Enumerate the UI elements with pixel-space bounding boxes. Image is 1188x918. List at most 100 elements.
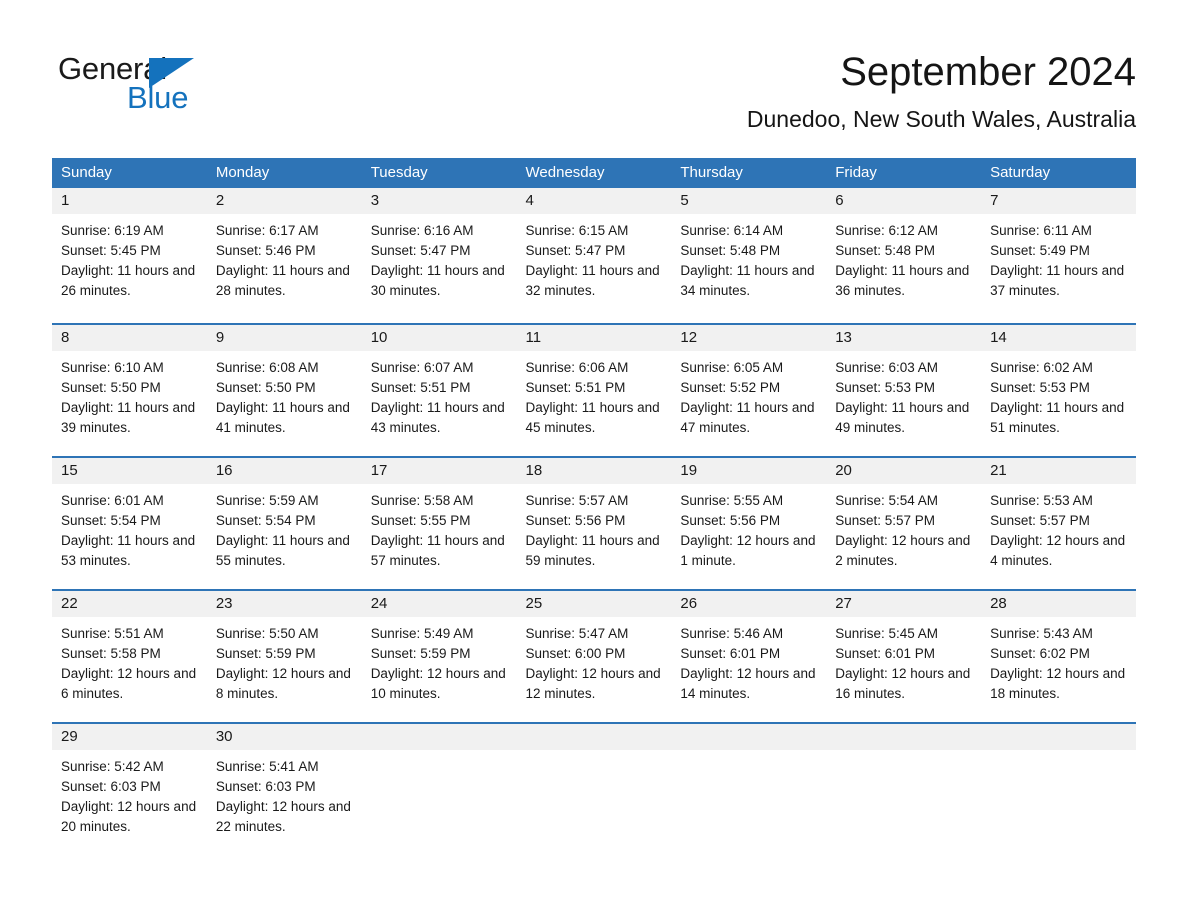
day-details: Sunrise: 5:45 AM Sunset: 6:01 PM Dayligh… (826, 617, 981, 704)
daylight-line: Daylight: 11 hours and 59 minutes. (525, 533, 660, 568)
day-cell[interactable]: 17 Sunrise: 5:58 AM Sunset: 5:55 PM Dayl… (361, 458, 517, 589)
sunrise-line: Sunrise: 6:03 AM (835, 360, 939, 375)
day-details: Sunrise: 5:41 AM Sunset: 6:03 PM Dayligh… (207, 750, 362, 837)
day-cell[interactable]: 18 Sunrise: 5:57 AM Sunset: 5:56 PM Dayl… (516, 458, 672, 589)
day-number: 24 (361, 591, 517, 617)
day-cell[interactable]: 8 Sunrise: 6:10 AM Sunset: 5:50 PM Dayli… (52, 325, 207, 456)
day-details: Sunrise: 5:53 AM Sunset: 5:57 PM Dayligh… (981, 484, 1136, 571)
day-details: Sunrise: 5:55 AM Sunset: 5:56 PM Dayligh… (671, 484, 826, 571)
day-number: 21 (981, 458, 1136, 484)
week-row: 15 Sunrise: 6:01 AM Sunset: 5:54 PM Dayl… (52, 456, 1136, 589)
day-cell[interactable]: 7 Sunrise: 6:11 AM Sunset: 5:49 PM Dayli… (981, 188, 1136, 323)
day-number (516, 724, 672, 750)
sunrise-line: Sunrise: 5:47 AM (525, 626, 629, 641)
day-details: Sunrise: 6:16 AM Sunset: 5:47 PM Dayligh… (362, 214, 517, 301)
sunset-line: Sunset: 5:52 PM (680, 380, 781, 395)
page-title: September 2024 (840, 50, 1136, 94)
sunrise-line: Sunrise: 6:12 AM (835, 223, 939, 238)
day-cell[interactable]: 6 Sunrise: 6:12 AM Sunset: 5:48 PM Dayli… (826, 188, 982, 323)
day-cell[interactable]: 16 Sunrise: 5:59 AM Sunset: 5:54 PM Dayl… (206, 458, 362, 589)
sunset-line: Sunset: 6:01 PM (680, 646, 781, 661)
location-subtitle: Dunedoo, New South Wales, Australia (746, 106, 1136, 132)
daylight-line: Daylight: 11 hours and 41 minutes. (215, 400, 350, 435)
daylight-line: Daylight: 12 hours and 16 minutes. (835, 666, 971, 701)
day-cell[interactable]: 3 Sunrise: 6:16 AM Sunset: 5:47 PM Dayli… (361, 188, 517, 323)
sunset-line: Sunset: 6:03 PM (61, 779, 161, 794)
day-cell[interactable]: 26 Sunrise: 5:46 AM Sunset: 6:01 PM Dayl… (671, 591, 827, 722)
day-number: 20 (826, 458, 982, 484)
day-details: Sunrise: 6:14 AM Sunset: 5:48 PM Dayligh… (671, 214, 826, 301)
daylight-line: Daylight: 12 hours and 12 minutes. (525, 666, 661, 701)
weekday-header-wednesday: Wednesday (525, 164, 605, 181)
sunset-line: Sunset: 5:46 PM (215, 243, 316, 258)
day-details: Sunrise: 6:12 AM Sunset: 5:48 PM Dayligh… (826, 214, 981, 301)
sunset-line: Sunset: 5:56 PM (680, 513, 781, 528)
day-cell[interactable]: 4 Sunrise: 6:15 AM Sunset: 5:47 PM Dayli… (516, 188, 672, 323)
day-cell[interactable]: 21 Sunrise: 5:53 AM Sunset: 5:57 PM Dayl… (981, 458, 1136, 589)
day-number (826, 724, 982, 750)
sunset-line: Sunset: 6:01 PM (835, 646, 936, 661)
sunrise-line: Sunrise: 6:10 AM (61, 360, 164, 375)
sunset-line: Sunset: 5:47 PM (525, 243, 626, 258)
weekday-header-sunday: Sunday (61, 164, 112, 181)
day-cell[interactable]: 9 Sunrise: 6:08 AM Sunset: 5:50 PM Dayli… (206, 325, 362, 456)
day-details: Sunrise: 5:47 AM Sunset: 6:00 PM Dayligh… (517, 617, 672, 704)
day-number: 10 (361, 325, 517, 351)
day-number: 3 (361, 188, 517, 214)
day-number (361, 724, 517, 750)
sunset-line: Sunset: 5:48 PM (835, 243, 936, 258)
day-cell[interactable]: 1 Sunrise: 6:19 AM Sunset: 5:45 PM Dayli… (52, 188, 207, 323)
sunset-line: Sunset: 5:45 PM (61, 243, 161, 258)
day-cell[interactable]: 28 Sunrise: 5:43 AM Sunset: 6:02 PM Dayl… (981, 591, 1136, 722)
daylight-line: Daylight: 11 hours and 28 minutes. (215, 263, 350, 298)
day-cell[interactable]: 13 Sunrise: 6:03 AM Sunset: 5:53 PM Dayl… (826, 325, 982, 456)
daylight-line: Daylight: 11 hours and 45 minutes. (525, 400, 660, 435)
day-cell[interactable]: 20 Sunrise: 5:54 AM Sunset: 5:57 PM Dayl… (826, 458, 982, 589)
daylight-line: Daylight: 11 hours and 47 minutes. (680, 400, 815, 435)
day-cell[interactable]: 25 Sunrise: 5:47 AM Sunset: 6:00 PM Dayl… (516, 591, 672, 722)
daylight-line: Daylight: 11 hours and 55 minutes. (215, 533, 350, 568)
day-number: 25 (516, 591, 672, 617)
day-cell[interactable]: 30 Sunrise: 5:41 AM Sunset: 6:03 PM Dayl… (206, 724, 362, 842)
sunrise-line: Sunrise: 6:01 AM (61, 493, 164, 508)
day-cell[interactable]: 27 Sunrise: 5:45 AM Sunset: 6:01 PM Dayl… (826, 591, 982, 722)
sunrise-line: Sunrise: 5:59 AM (215, 493, 319, 508)
day-number: 5 (671, 188, 827, 214)
daylight-line: Daylight: 11 hours and 51 minutes. (990, 400, 1125, 435)
daylight-line: Daylight: 12 hours and 4 minutes. (990, 533, 1126, 568)
sunset-line: Sunset: 5:58 PM (61, 646, 161, 661)
generalblue-logo[interactable]: General Blue (58, 52, 288, 116)
day-details: Sunrise: 5:57 AM Sunset: 5:56 PM Dayligh… (517, 484, 672, 571)
day-details: Sunrise: 5:59 AM Sunset: 5:54 PM Dayligh… (207, 484, 362, 571)
day-cell[interactable]: 15 Sunrise: 6:01 AM Sunset: 5:54 PM Dayl… (52, 458, 207, 589)
day-cell[interactable]: 29 Sunrise: 5:42 AM Sunset: 6:03 PM Dayl… (52, 724, 207, 842)
sunset-line: Sunset: 6:03 PM (215, 779, 316, 794)
title-block: September 2024 Dunedoo, New South Wales,… (747, 48, 1136, 133)
page-header: General Blue September 2024 Dunedoo, New… (0, 0, 1188, 150)
day-cell[interactable]: 12 Sunrise: 6:05 AM Sunset: 5:52 PM Dayl… (671, 325, 827, 456)
sunset-line: Sunset: 5:59 PM (215, 646, 316, 661)
daylight-line: Daylight: 11 hours and 34 minutes. (680, 263, 815, 298)
day-cell[interactable]: 24 Sunrise: 5:49 AM Sunset: 5:59 PM Dayl… (361, 591, 517, 722)
day-cell[interactable]: 11 Sunrise: 6:06 AM Sunset: 5:51 PM Dayl… (516, 325, 672, 456)
day-cell[interactable]: 23 Sunrise: 5:50 AM Sunset: 5:59 PM Dayl… (206, 591, 362, 722)
day-cell[interactable]: 10 Sunrise: 6:07 AM Sunset: 5:51 PM Dayl… (361, 325, 517, 456)
day-number: 22 (52, 591, 207, 617)
day-number: 26 (671, 591, 827, 617)
day-cell[interactable]: 19 Sunrise: 5:55 AM Sunset: 5:56 PM Dayl… (671, 458, 827, 589)
day-details: Sunrise: 5:46 AM Sunset: 6:01 PM Dayligh… (671, 617, 826, 704)
sunrise-line: Sunrise: 5:57 AM (525, 493, 629, 508)
day-details: Sunrise: 6:17 AM Sunset: 5:46 PM Dayligh… (207, 214, 362, 301)
day-cell[interactable]: 14 Sunrise: 6:02 AM Sunset: 5:53 PM Dayl… (981, 325, 1136, 456)
daylight-line: Daylight: 12 hours and 20 minutes. (61, 799, 197, 834)
day-cell[interactable]: 22 Sunrise: 5:51 AM Sunset: 5:58 PM Dayl… (52, 591, 207, 722)
week-row: 29 Sunrise: 5:42 AM Sunset: 6:03 PM Dayl… (52, 722, 1136, 842)
day-cell[interactable]: 5 Sunrise: 6:14 AM Sunset: 5:48 PM Dayli… (671, 188, 827, 323)
sunrise-line: Sunrise: 5:41 AM (215, 759, 319, 774)
day-number: 12 (671, 325, 827, 351)
daylight-line: Daylight: 11 hours and 36 minutes. (835, 263, 970, 298)
day-number: 9 (206, 325, 362, 351)
sunrise-line: Sunrise: 6:17 AM (215, 223, 319, 238)
day-number: 2 (206, 188, 362, 214)
day-cell[interactable]: 2 Sunrise: 6:17 AM Sunset: 5:46 PM Dayli… (206, 188, 362, 323)
